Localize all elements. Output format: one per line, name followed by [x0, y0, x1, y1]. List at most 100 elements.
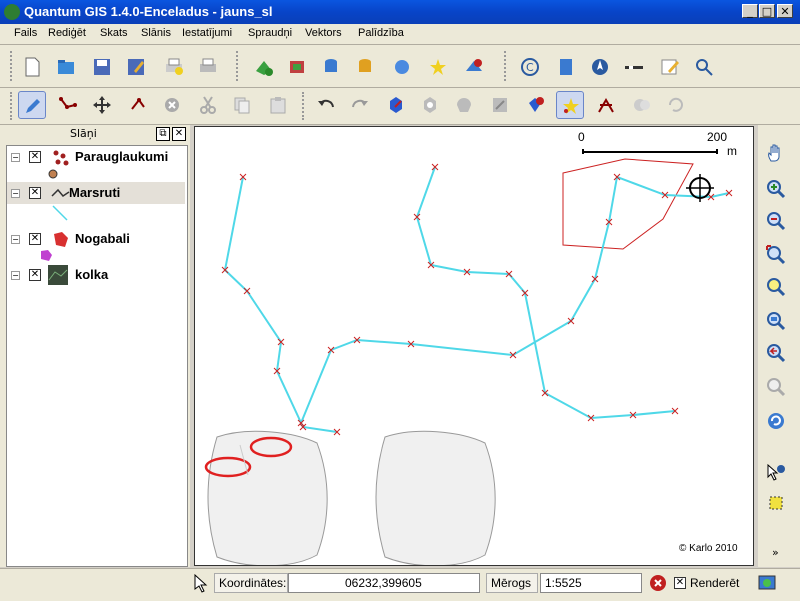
route-line[interactable]: [300, 175, 730, 424]
north-arrow-button[interactable]: [586, 53, 614, 81]
window-title: Quantum GIS 1.4.0-Enceladus - jauns_sl: [24, 4, 273, 19]
expand-toggle[interactable]: −: [11, 153, 20, 162]
toolbar-overflow-button[interactable]: »: [762, 545, 790, 563]
expand-toggle[interactable]: −: [11, 235, 20, 244]
expand-toggle[interactable]: −: [11, 271, 20, 280]
add-ring-button[interactable]: [416, 91, 444, 119]
new-project-button[interactable]: [18, 53, 46, 81]
layer-item-nogabali[interactable]: − ✕ Nogabali: [7, 228, 185, 250]
redo-button[interactable]: [346, 91, 374, 119]
zoom-in-button[interactable]: [762, 175, 790, 203]
delete-ring-button[interactable]: [486, 91, 514, 119]
add-vector-layer-button[interactable]: [250, 53, 278, 81]
menu-rediget[interactable]: Rediģēt: [48, 27, 86, 39]
route-line[interactable]: [415, 166, 676, 420]
toolbar-grip[interactable]: [10, 92, 16, 120]
expand-toggle[interactable]: −: [11, 189, 20, 198]
menu-fails[interactable]: Fails: [14, 27, 37, 39]
toggle-editing-button[interactable]: [18, 91, 46, 119]
map-canvas[interactable]: 0 200 m © Karlo 2010: [194, 126, 754, 566]
snapping-button[interactable]: [556, 91, 584, 119]
add-raster-layer-button[interactable]: [284, 53, 312, 81]
layer-visibility-checkbox[interactable]: ✕: [29, 151, 41, 163]
open-project-button[interactable]: [52, 53, 80, 81]
print-composer-button[interactable]: [160, 53, 188, 81]
paste-features-button[interactable]: [264, 91, 292, 119]
split-features-button[interactable]: [592, 91, 620, 119]
projection-button[interactable]: [756, 572, 778, 594]
layer-visibility-checkbox[interactable]: ✕: [29, 187, 41, 199]
menu-spraudni[interactable]: Spraudņi: [248, 27, 292, 39]
pan-button[interactable]: [762, 139, 790, 167]
select-features-button[interactable]: [762, 489, 790, 517]
forest-stand-polygon[interactable]: [562, 158, 694, 250]
node-tool-button[interactable]: [124, 91, 152, 119]
print-composer-icon: [166, 58, 183, 75]
remove-layer-button[interactable]: [460, 53, 488, 81]
toolbar-grip[interactable]: [302, 92, 308, 120]
cut-features-button[interactable]: [194, 91, 222, 119]
refresh-button[interactable]: [762, 407, 790, 435]
capture-line-button[interactable]: [54, 91, 82, 119]
add-island-button[interactable]: [450, 91, 478, 119]
new-vector-layer-button[interactable]: [424, 53, 452, 81]
maximize-button[interactable]: □: [759, 4, 775, 18]
menu-skats[interactable]: Skats: [100, 27, 128, 39]
layer-visibility-checkbox[interactable]: ✕: [29, 233, 41, 245]
delete-part-button[interactable]: [522, 91, 550, 119]
menu-iestatijumi[interactable]: Iestatījumi: [182, 27, 232, 39]
add-spatialite-layer-button[interactable]: [352, 53, 380, 81]
zoom-out-button[interactable]: [762, 207, 790, 235]
zoom-to-layer-button[interactable]: [762, 307, 790, 335]
zoom-next-icon: [767, 378, 786, 397]
copy-features-button[interactable]: [228, 91, 256, 119]
close-button[interactable]: ✕: [777, 4, 793, 18]
layer-item-kolka[interactable]: − ✕ kolka: [7, 264, 185, 286]
rotate-point-symbols-button[interactable]: [662, 91, 690, 119]
polygon-symbol-icon: [41, 250, 52, 261]
scale-bar-button[interactable]: [620, 53, 648, 81]
python-plugin-button[interactable]: [690, 53, 718, 81]
polygon-edit-icon: [390, 97, 402, 113]
stop-render-button[interactable]: [648, 573, 668, 593]
layer-item-parauglaukumi[interactable]: − ✕ Parauglaukumi: [7, 146, 185, 168]
layer-visibility-checkbox[interactable]: ✕: [29, 269, 41, 281]
render-checkbox[interactable]: ✕: [674, 577, 686, 589]
gps-icon: [560, 59, 572, 75]
zoom-full-button[interactable]: [762, 241, 790, 269]
add-wms-layer-button[interactable]: [388, 53, 416, 81]
annotation-button[interactable]: [656, 53, 684, 81]
zoom-to-selection-button[interactable]: [762, 273, 790, 301]
toggle-extents-button[interactable]: [188, 571, 212, 595]
float-panel-button[interactable]: ⧉: [156, 127, 170, 141]
menu-slanis[interactable]: Slānis: [141, 27, 171, 39]
simplify-feature-button[interactable]: [382, 91, 410, 119]
copyright-label-button[interactable]: C: [516, 53, 544, 81]
add-postgis-layer-button[interactable]: [318, 53, 346, 81]
save-button[interactable]: [88, 53, 116, 81]
undo-button[interactable]: [312, 91, 340, 119]
gps-tools-button[interactable]: [552, 53, 580, 81]
close-panel-button[interactable]: ✕: [172, 127, 186, 141]
save-as-button[interactable]: [122, 53, 150, 81]
zoom-last-button[interactable]: [762, 339, 790, 367]
coordinates-field[interactable]: 06232,399605: [288, 573, 480, 593]
routes-layer[interactable]: [223, 166, 730, 433]
move-feature-button[interactable]: [88, 91, 116, 119]
layer-item-marsruti[interactable]: − ✕ Marsruti: [7, 182, 185, 204]
add-ring-icon: [424, 97, 436, 113]
zoom-next-button[interactable]: [762, 373, 790, 401]
menu-vektors[interactable]: Vektors: [305, 27, 342, 39]
menu-palidziba[interactable]: Palīdzība: [358, 27, 404, 39]
vertex-markers: [221, 163, 733, 436]
toolbar-grip[interactable]: [236, 51, 242, 81]
print-button[interactable]: [194, 53, 222, 81]
toolbar-grip[interactable]: [504, 51, 510, 81]
route-line[interactable]: [223, 176, 338, 433]
identify-features-button[interactable]: [762, 459, 790, 487]
delete-selected-button[interactable]: [158, 91, 186, 119]
scale-field[interactable]: 1:5525: [540, 573, 642, 593]
toolbar-grip[interactable]: [10, 51, 16, 81]
minimize-button[interactable]: _: [742, 4, 758, 18]
merge-features-button[interactable]: [628, 91, 656, 119]
